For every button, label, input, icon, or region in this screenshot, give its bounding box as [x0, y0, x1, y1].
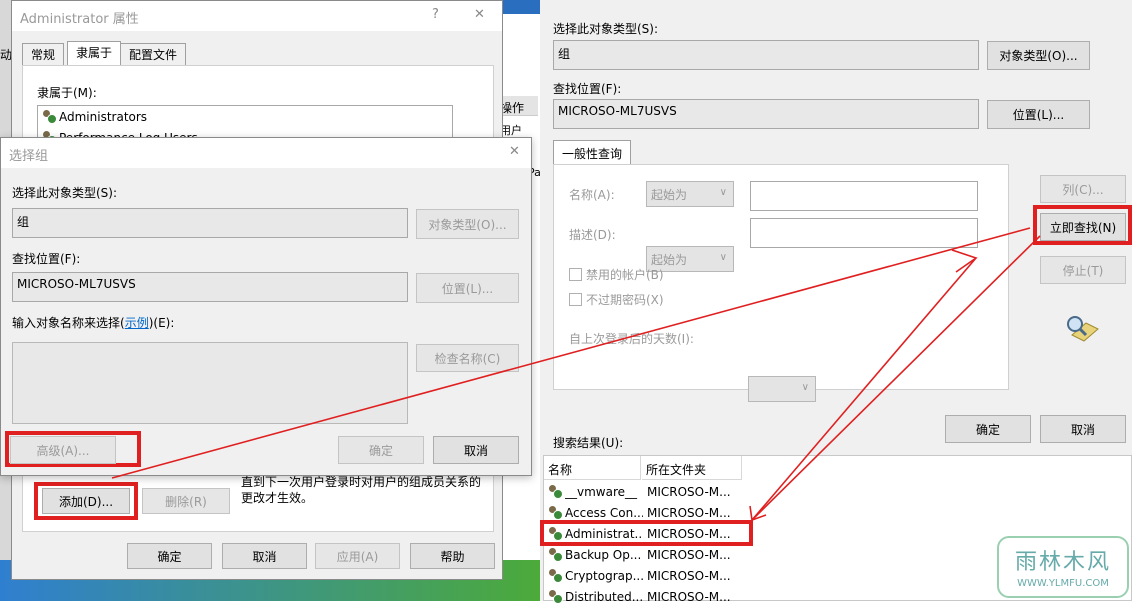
add-button[interactable]: 添加(D)...	[42, 488, 130, 514]
table-row[interactable]: Backup Op... MICROSO-M...	[544, 544, 844, 565]
tab-general[interactable]: 常规	[22, 43, 65, 65]
check-names-button[interactable]: 检查名称(C)	[416, 344, 519, 372]
bg-ops-sub: 用户	[500, 124, 522, 137]
group-icon	[42, 109, 57, 124]
name-label: 名称(A):	[569, 188, 615, 202]
examples-link[interactable]: 示例	[125, 316, 149, 330]
adv-object-types-button[interactable]: 对象类型(O)...	[987, 41, 1090, 70]
adv-ok-button[interactable]: 确定	[945, 415, 1031, 443]
apply-button[interactable]: 应用(A)	[315, 543, 400, 569]
select-group-dialog: 选择组 ✕ 选择此对象类型(S): 组 对象类型(O)... 查找位置(F): …	[0, 137, 532, 476]
admin-properties-titlebar[interactable]: Administrator 属性 ? ✕	[12, 1, 502, 31]
table-row[interactable]: __vmware__ MICROSO-M...	[544, 481, 844, 502]
dialog-title: 选择组	[9, 149, 49, 164]
watermark-logo: 雨林木风 WWW.YLMFU.COM	[997, 536, 1129, 598]
stop-button[interactable]: 停止(T)	[1040, 256, 1126, 284]
checkbox[interactable]	[569, 268, 582, 281]
description-input[interactable]	[750, 218, 978, 248]
select-group-titlebar[interactable]: 选择组 ✕	[1, 138, 531, 168]
search-results-label: 搜索结果(U):	[553, 436, 624, 450]
help-icon[interactable]: ?	[432, 7, 439, 22]
checkbox[interactable]	[569, 293, 582, 306]
cancel-button[interactable]: 取消	[433, 436, 519, 464]
group-icon	[548, 568, 563, 583]
object-types-button[interactable]: 对象类型(O)...	[416, 209, 519, 239]
name-input[interactable]	[750, 181, 978, 211]
bg-titlebar-strip	[500, 0, 540, 14]
watermark-brand: 雨林木风	[1014, 550, 1111, 575]
advanced-search-dialog: 选择此对象类型(S): 组 对象类型(O)... 查找位置(F): MICROS…	[540, 0, 1132, 604]
name-combo[interactable]: 起始为 ∨	[646, 181, 734, 207]
list-item[interactable]: Administrators	[38, 106, 452, 127]
table-row[interactable]: Distributed... MICROSO-M...	[544, 586, 844, 607]
object-type-label: 选择此对象类型(S):	[12, 186, 118, 200]
adv-location-label: 查找位置(F):	[553, 82, 622, 96]
ok-button[interactable]: 确定	[127, 543, 212, 569]
help-button[interactable]: 帮助	[410, 543, 495, 569]
close-icon[interactable]: ✕	[509, 144, 520, 159]
member-of-label: 隶属于(M):	[37, 86, 97, 100]
column-header-folder[interactable]: 所在文件夹	[642, 456, 742, 480]
location-label: 查找位置(F):	[12, 252, 81, 266]
watermark-url: WWW.YLMFU.COM	[1017, 578, 1109, 589]
object-names-label: 输入对象名称来选择(示例)(E):	[12, 316, 175, 330]
adv-locations-button[interactable]: 位置(L)...	[987, 100, 1090, 129]
group-icon	[548, 505, 563, 520]
chevron-down-icon: ∨	[719, 252, 727, 263]
adv-location-field: MICROSO-ML7USVS	[553, 99, 979, 129]
days-since-login-combo[interactable]: ∨	[748, 376, 816, 402]
group-icon	[548, 589, 563, 604]
chevron-down-icon: ∨	[801, 382, 809, 393]
cancel-button[interactable]: 取消	[222, 543, 307, 569]
object-names-input[interactable]	[12, 342, 408, 424]
column-header-name[interactable]: 名称	[544, 456, 641, 480]
adv-object-type-field: 组	[553, 40, 979, 70]
bg-ops-header: 操作	[498, 96, 538, 116]
locations-button[interactable]: 位置(L)...	[416, 273, 519, 303]
location-field: MICROSO-ML7USVS	[12, 272, 408, 302]
disabled-accounts-checkbox[interactable]: 禁用的帐户(B)	[569, 266, 664, 283]
tab-member-of[interactable]: 隶属于	[67, 41, 122, 66]
adv-cancel-button[interactable]: 取消	[1040, 415, 1126, 443]
advanced-button[interactable]: 高级(A)...	[10, 436, 116, 464]
group-icon	[548, 484, 563, 499]
find-now-button[interactable]: 立即查找(N)	[1040, 213, 1126, 241]
description-label: 描述(D):	[569, 228, 616, 242]
object-type-field: 组	[12, 208, 408, 238]
no-expire-password-checkbox[interactable]: 不过期密码(X)	[569, 291, 664, 308]
days-since-login-label: 自上次登录后的天数(I):	[569, 332, 694, 346]
remove-button[interactable]: 删除(R)	[142, 488, 230, 514]
membership-note: 直到下一次用户登录时对用户的组成员关系的更改才生效。	[241, 475, 482, 505]
columns-button[interactable]: 列(C)...	[1040, 175, 1126, 203]
query-panel: 名称(A): 起始为 ∨ 描述(D): 起始为 ∨ 禁用的帐户(B) 不过期密码(X…	[553, 164, 1009, 402]
tab-general-query[interactable]: 一般性查询	[553, 140, 632, 165]
adv-object-type-label: 选择此对象类型(S):	[553, 22, 659, 36]
group-icon	[548, 547, 563, 562]
administrators-row-highlight	[540, 520, 753, 546]
ok-button[interactable]: 确定	[338, 436, 424, 464]
tab-profile[interactable]: 配置文件	[120, 43, 187, 65]
search-magnifier-icon	[1064, 313, 1100, 343]
window-title: Administrator 属性	[20, 12, 139, 27]
chevron-down-icon: ∨	[719, 187, 727, 198]
table-row[interactable]: Cryptograp... MICROSO-M...	[544, 565, 844, 586]
close-icon[interactable]: ✕	[474, 7, 485, 22]
